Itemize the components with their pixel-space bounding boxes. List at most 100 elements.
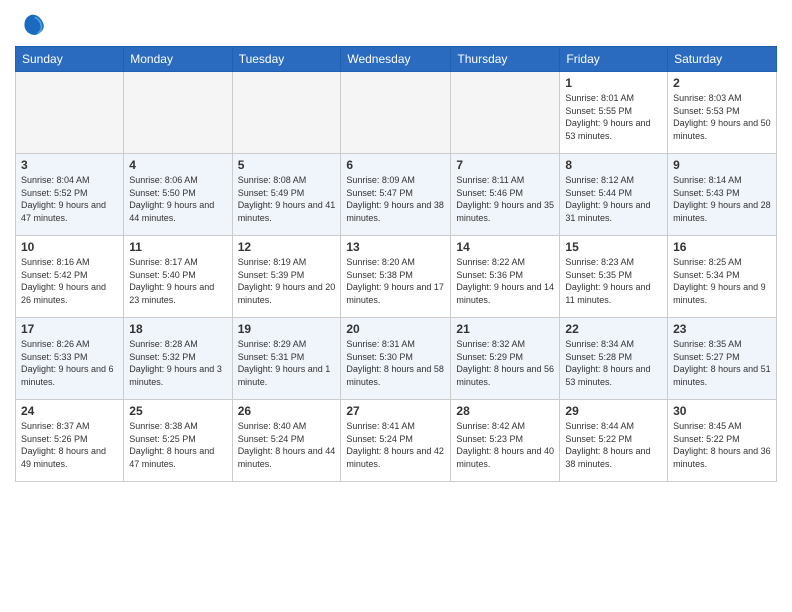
calendar-cell: 19 Sunrise: 8:29 AMSunset: 5:31 PMDayligh… — [232, 318, 341, 400]
day-number: 25 — [129, 404, 226, 418]
calendar-cell — [451, 72, 560, 154]
day-info: Sunrise: 8:22 AMSunset: 5:36 PMDaylight:… — [456, 256, 554, 306]
calendar-cell — [16, 72, 124, 154]
day-number: 5 — [238, 158, 336, 172]
weekday-header: Monday — [124, 47, 232, 72]
day-number: 26 — [238, 404, 336, 418]
day-number: 18 — [129, 322, 226, 336]
day-info: Sunrise: 8:04 AMSunset: 5:52 PMDaylight:… — [21, 174, 118, 224]
day-number: 12 — [238, 240, 336, 254]
day-number: 1 — [565, 76, 662, 90]
day-info: Sunrise: 8:31 AMSunset: 5:30 PMDaylight:… — [346, 338, 445, 388]
day-info: Sunrise: 8:25 AMSunset: 5:34 PMDaylight:… — [673, 256, 771, 306]
calendar-cell: 22Sunrise: 8:34 AMSunset: 5:28 PMDayligh… — [560, 318, 668, 400]
calendar-cell: 27 Sunrise: 8:41 AMSunset: 5:24 PMDayligh… — [341, 400, 451, 482]
day-number: 4 — [129, 158, 226, 172]
calendar-cell — [124, 72, 232, 154]
day-info: Sunrise: 8:44 AMSunset: 5:22 PMDaylight:… — [565, 420, 662, 470]
calendar-cell: 28 Sunrise: 8:42 AMSunset: 5:23 PMDayligh… — [451, 400, 560, 482]
day-info: Sunrise: 8:17 AMSunset: 5:40 PMDaylight:… — [129, 256, 226, 306]
day-info: Sunrise: 8:06 AMSunset: 5:50 PMDaylight:… — [129, 174, 226, 224]
calendar-cell: 7 Sunrise: 8:11 AMSunset: 5:46 PMDaylight… — [451, 154, 560, 236]
day-info: Sunrise: 8:08 AMSunset: 5:49 PMDaylight:… — [238, 174, 336, 224]
calendar-cell — [232, 72, 341, 154]
day-number: 19 — [238, 322, 336, 336]
day-info: Sunrise: 8:41 AMSunset: 5:24 PMDaylight:… — [346, 420, 445, 470]
logo-icon — [18, 10, 46, 38]
calendar-cell: 18 Sunrise: 8:28 AMSunset: 5:32 PMDayligh… — [124, 318, 232, 400]
day-info: Sunrise: 8:40 AMSunset: 5:24 PMDaylight:… — [238, 420, 336, 470]
calendar-cell: 23Sunrise: 8:35 AMSunset: 5:27 PMDayligh… — [668, 318, 777, 400]
day-number: 27 — [346, 404, 445, 418]
calendar-cell — [341, 72, 451, 154]
day-info: Sunrise: 8:03 AMSunset: 5:53 PMDaylight:… — [673, 92, 771, 142]
calendar-cell: 15 Sunrise: 8:23 AMSunset: 5:35 PMDayligh… — [560, 236, 668, 318]
calendar-cell: 29 Sunrise: 8:44 AMSunset: 5:22 PMDayligh… — [560, 400, 668, 482]
day-info: Sunrise: 8:38 AMSunset: 5:25 PMDaylight:… — [129, 420, 226, 470]
day-number: 7 — [456, 158, 554, 172]
calendar-row: 3 Sunrise: 8:04 AMSunset: 5:52 PMDaylight… — [16, 154, 777, 236]
day-number: 17 — [21, 322, 118, 336]
calendar-cell: 16 Sunrise: 8:25 AMSunset: 5:34 PMDayligh… — [668, 236, 777, 318]
calendar-cell: 13 Sunrise: 8:20 AMSunset: 5:38 PMDayligh… — [341, 236, 451, 318]
calendar: SundayMondayTuesdayWednesdayThursdayFrid… — [15, 46, 777, 482]
day-number: 6 — [346, 158, 445, 172]
calendar-cell: 10 Sunrise: 8:16 AMSunset: 5:42 PMDayligh… — [16, 236, 124, 318]
weekday-header-row: SundayMondayTuesdayWednesdayThursdayFrid… — [16, 47, 777, 72]
calendar-cell: 14 Sunrise: 8:22 AMSunset: 5:36 PMDayligh… — [451, 236, 560, 318]
weekday-header: Saturday — [668, 47, 777, 72]
weekday-header: Wednesday — [341, 47, 451, 72]
day-number: 8 — [565, 158, 662, 172]
day-info: Sunrise: 8:19 AMSunset: 5:39 PMDaylight:… — [238, 256, 336, 306]
calendar-cell: 6 Sunrise: 8:09 AMSunset: 5:47 PMDaylight… — [341, 154, 451, 236]
day-info: Sunrise: 8:23 AMSunset: 5:35 PMDaylight:… — [565, 256, 662, 306]
day-number: 13 — [346, 240, 445, 254]
calendar-cell: 24 Sunrise: 8:37 AMSunset: 5:26 PMDayligh… — [16, 400, 124, 482]
calendar-cell: 3 Sunrise: 8:04 AMSunset: 5:52 PMDaylight… — [16, 154, 124, 236]
day-info: Sunrise: 8:42 AMSunset: 5:23 PMDaylight:… — [456, 420, 554, 470]
day-info: Sunrise: 8:20 AMSunset: 5:38 PMDaylight:… — [346, 256, 445, 306]
day-info: Sunrise: 8:35 AMSunset: 5:27 PMDaylight:… — [673, 338, 771, 388]
day-info: Sunrise: 8:32 AMSunset: 5:29 PMDaylight:… — [456, 338, 554, 388]
page: SundayMondayTuesdayWednesdayThursdayFrid… — [0, 0, 792, 612]
calendar-row: 10 Sunrise: 8:16 AMSunset: 5:42 PMDayligh… — [16, 236, 777, 318]
day-info: Sunrise: 8:28 AMSunset: 5:32 PMDaylight:… — [129, 338, 226, 388]
header — [15, 10, 777, 38]
calendar-row: 1Sunrise: 8:01 AMSunset: 5:55 PMDaylight… — [16, 72, 777, 154]
day-number: 14 — [456, 240, 554, 254]
weekday-header: Friday — [560, 47, 668, 72]
calendar-cell: 9 Sunrise: 8:14 AMSunset: 5:43 PMDaylight… — [668, 154, 777, 236]
day-number: 24 — [21, 404, 118, 418]
calendar-cell: 21Sunrise: 8:32 AMSunset: 5:29 PMDayligh… — [451, 318, 560, 400]
day-info: Sunrise: 8:26 AMSunset: 5:33 PMDaylight:… — [21, 338, 118, 388]
day-info: Sunrise: 8:37 AMSunset: 5:26 PMDaylight:… — [21, 420, 118, 470]
calendar-cell: 1Sunrise: 8:01 AMSunset: 5:55 PMDaylight… — [560, 72, 668, 154]
day-info: Sunrise: 8:16 AMSunset: 5:42 PMDaylight:… — [21, 256, 118, 306]
day-number: 11 — [129, 240, 226, 254]
calendar-cell: 12 Sunrise: 8:19 AMSunset: 5:39 PMDayligh… — [232, 236, 341, 318]
day-info: Sunrise: 8:11 AMSunset: 5:46 PMDaylight:… — [456, 174, 554, 224]
day-info: Sunrise: 8:34 AMSunset: 5:28 PMDaylight:… — [565, 338, 662, 388]
logo — [15, 10, 46, 38]
calendar-cell: 5 Sunrise: 8:08 AMSunset: 5:49 PMDaylight… — [232, 154, 341, 236]
calendar-row: 24 Sunrise: 8:37 AMSunset: 5:26 PMDayligh… — [16, 400, 777, 482]
day-info: Sunrise: 8:14 AMSunset: 5:43 PMDaylight:… — [673, 174, 771, 224]
calendar-cell: 20Sunrise: 8:31 AMSunset: 5:30 PMDayligh… — [341, 318, 451, 400]
day-number: 10 — [21, 240, 118, 254]
day-number: 2 — [673, 76, 771, 90]
calendar-cell: 4 Sunrise: 8:06 AMSunset: 5:50 PMDaylight… — [124, 154, 232, 236]
day-number: 3 — [21, 158, 118, 172]
calendar-cell: 30Sunrise: 8:45 AMSunset: 5:22 PMDayligh… — [668, 400, 777, 482]
day-number: 30 — [673, 404, 771, 418]
day-number: 15 — [565, 240, 662, 254]
day-number: 16 — [673, 240, 771, 254]
day-number: 29 — [565, 404, 662, 418]
weekday-header: Tuesday — [232, 47, 341, 72]
calendar-cell: 17 Sunrise: 8:26 AMSunset: 5:33 PMDayligh… — [16, 318, 124, 400]
day-number: 28 — [456, 404, 554, 418]
day-info: Sunrise: 8:29 AMSunset: 5:31 PMDaylight:… — [238, 338, 336, 388]
calendar-cell: 8Sunrise: 8:12 AMSunset: 5:44 PMDaylight… — [560, 154, 668, 236]
day-number: 9 — [673, 158, 771, 172]
day-info: Sunrise: 8:09 AMSunset: 5:47 PMDaylight:… — [346, 174, 445, 224]
calendar-row: 17 Sunrise: 8:26 AMSunset: 5:33 PMDayligh… — [16, 318, 777, 400]
